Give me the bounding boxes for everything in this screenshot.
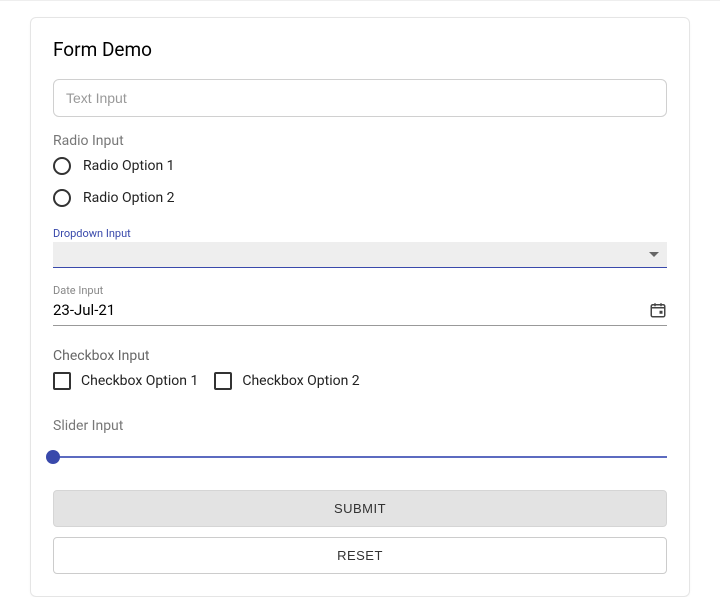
date-label: Date Input (53, 284, 667, 297)
slider-input[interactable] (53, 456, 667, 458)
radio-option-2[interactable]: Radio Option 2 (53, 189, 667, 207)
checkbox-option-1[interactable]: Checkbox Option 1 (53, 372, 198, 390)
radio-label: Radio Option 2 (83, 190, 175, 206)
radio-circle-icon (53, 189, 71, 207)
slider-thumb[interactable] (46, 450, 60, 464)
form-card: Form Demo Radio Input Radio Option 1 Rad… (30, 17, 690, 597)
submit-button[interactable]: SUBMIT (53, 490, 667, 527)
checkbox-box-icon (214, 372, 232, 390)
radio-option-1[interactable]: Radio Option 1 (53, 157, 667, 175)
checkbox-section-label: Checkbox Input (53, 348, 667, 364)
checkbox-label: Checkbox Option 1 (81, 373, 198, 389)
radio-label: Radio Option 1 (83, 158, 175, 174)
date-section: Date Input 23-Jul-21 (53, 284, 667, 326)
top-divider (0, 0, 720, 1)
dropdown-label: Dropdown Input (53, 227, 667, 240)
radio-section-label: Radio Input (53, 133, 667, 149)
reset-button[interactable]: RESET (53, 537, 667, 574)
dropdown-input[interactable] (53, 242, 667, 268)
checkbox-label: Checkbox Option 2 (242, 373, 359, 389)
checkbox-group: Checkbox Option 1 Checkbox Option 2 (53, 372, 667, 390)
calendar-icon[interactable] (649, 301, 667, 319)
text-input[interactable] (53, 79, 667, 117)
date-input[interactable]: 23-Jul-21 (53, 301, 667, 326)
slider-section-label: Slider Input (53, 418, 667, 434)
radio-circle-icon (53, 157, 71, 175)
page-title: Form Demo (53, 38, 667, 61)
chevron-down-icon (649, 252, 659, 257)
radio-group: Radio Option 1 Radio Option 2 (53, 157, 667, 207)
date-value: 23-Jul-21 (53, 301, 115, 319)
checkbox-option-2[interactable]: Checkbox Option 2 (214, 372, 359, 390)
checkbox-box-icon (53, 372, 71, 390)
dropdown-section: Dropdown Input (53, 227, 667, 268)
